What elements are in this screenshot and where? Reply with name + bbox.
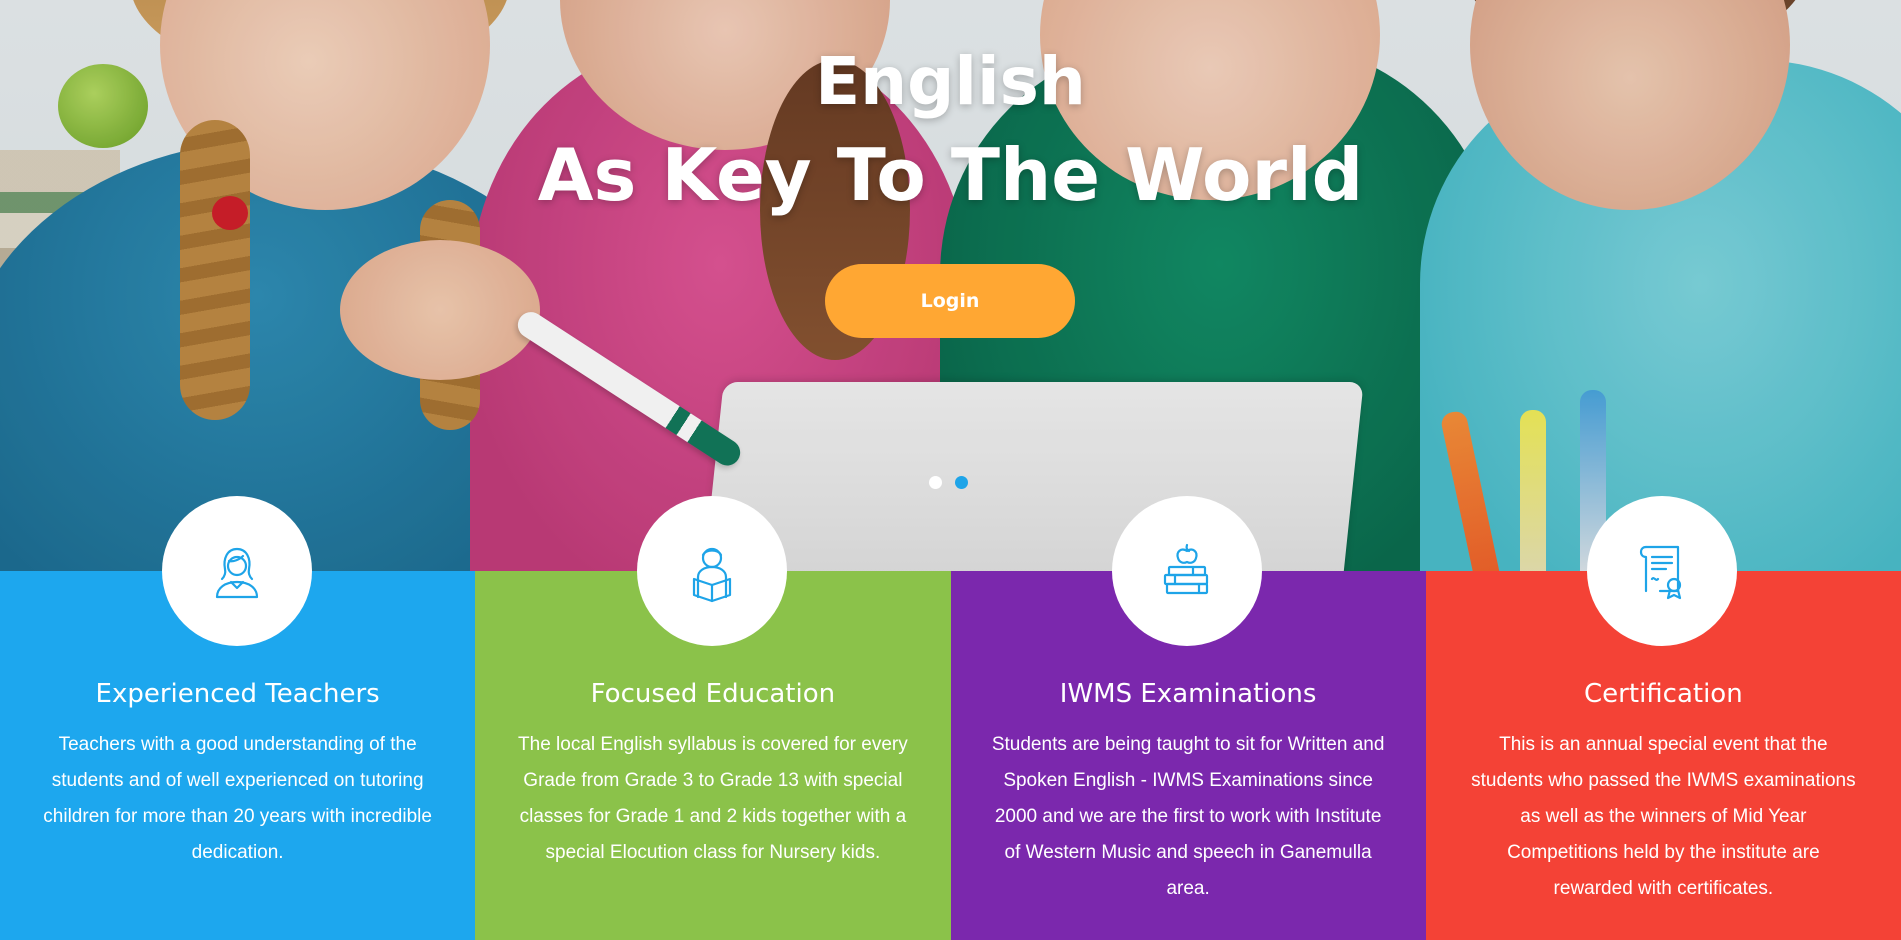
login-button[interactable]: Login	[825, 264, 1075, 338]
feature-description: This is an annual special event that the…	[1471, 734, 1856, 899]
student-reading-icon	[637, 496, 787, 646]
hero-title-line2: As Key To The World	[537, 133, 1364, 217]
hero-slider: English As Key To The World Login	[0, 0, 1901, 571]
books-apple-icon	[1112, 496, 1262, 646]
teacher-icon	[162, 496, 312, 646]
slider-dot-2[interactable]	[955, 476, 968, 489]
slider-dot-1[interactable]	[929, 476, 942, 489]
certificate-icon	[1587, 496, 1737, 646]
feature-title: Certification	[1584, 679, 1743, 709]
hero-title-line1: English	[815, 43, 1086, 120]
page: English As Key To The World Login Experi…	[0, 0, 1901, 940]
feature-title: Experienced Teachers	[95, 679, 380, 709]
slider-pagination	[929, 476, 968, 489]
feature-description: Students are being taught to sit for Wri…	[991, 734, 1385, 899]
feature-description: The local English syllabus is covered fo…	[518, 734, 908, 863]
feature-title: IWMS Examinations	[1059, 679, 1317, 709]
feature-title: Focused Education	[590, 679, 836, 709]
feature-description: Teachers with a good understanding of th…	[43, 734, 432, 863]
